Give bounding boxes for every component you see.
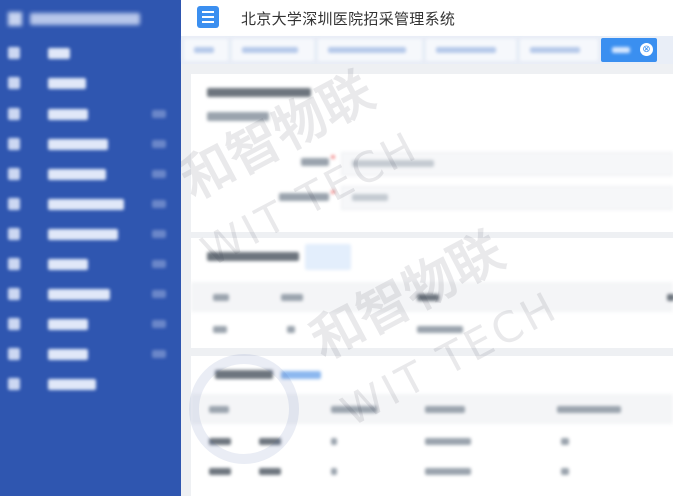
expand-arrow-icon xyxy=(152,260,166,268)
sidebar-item-label xyxy=(48,378,96,390)
sidebar-item-label xyxy=(48,318,88,330)
menu-icon xyxy=(202,11,214,13)
expand-arrow-icon xyxy=(152,200,166,208)
sidebar-logo xyxy=(8,8,140,30)
menu-icon xyxy=(202,16,214,18)
app-title: 北京大学深圳医院招采管理系统 xyxy=(241,10,456,28)
sidebar-item[interactable] xyxy=(0,129,181,159)
top-header: 北京大学深圳医院招采管理系统 xyxy=(181,0,673,36)
expand-arrow-icon xyxy=(152,170,166,178)
expand-arrow-icon xyxy=(152,320,166,328)
sidebar-item-label xyxy=(48,138,108,150)
sidebar-item[interactable] xyxy=(0,369,181,399)
table-cell xyxy=(417,326,463,333)
tab[interactable] xyxy=(519,38,599,62)
sidebar-item[interactable] xyxy=(0,339,181,369)
table-cell xyxy=(425,468,471,475)
menu-item-icon xyxy=(8,47,20,59)
menu-item-icon xyxy=(8,168,20,180)
input-field[interactable] xyxy=(341,152,673,176)
watermark-logo xyxy=(189,354,299,464)
table-cell xyxy=(209,468,231,475)
sidebar-item-label xyxy=(48,348,88,360)
menu-item-icon xyxy=(8,228,20,240)
field-label xyxy=(301,158,329,166)
menu-item-icon xyxy=(8,318,20,330)
expand-arrow-icon xyxy=(152,290,166,298)
menu-item-icon xyxy=(8,348,20,360)
section-title xyxy=(207,252,299,261)
section-title xyxy=(207,88,311,97)
table-cell xyxy=(259,468,281,475)
table-card xyxy=(191,238,673,348)
sidebar-item-label xyxy=(48,258,88,270)
sidebar-item[interactable] xyxy=(0,219,181,249)
expand-arrow-icon xyxy=(152,110,166,118)
main-content: 和智物联 WIT TECH 和智物联 WIT TECH xyxy=(181,64,673,496)
sidebar xyxy=(0,0,181,496)
sidebar-item-label xyxy=(48,168,106,180)
table-cell xyxy=(561,438,569,445)
subsection-title xyxy=(207,112,269,121)
sidebar-item-label xyxy=(48,77,86,89)
tab[interactable] xyxy=(317,38,423,62)
expand-arrow-icon xyxy=(152,140,166,148)
tab-active[interactable]: ⊗ xyxy=(601,38,657,62)
menu-item-icon xyxy=(8,288,20,300)
table-cell xyxy=(331,438,337,445)
menu-icon xyxy=(202,21,214,23)
action-chip[interactable] xyxy=(305,244,351,270)
close-icon[interactable]: ⊗ xyxy=(640,43,653,56)
menu-item-icon xyxy=(8,258,20,270)
table-cell xyxy=(287,326,295,333)
expand-arrow-icon xyxy=(152,230,166,238)
tab[interactable] xyxy=(183,38,229,62)
tab[interactable] xyxy=(425,38,517,62)
form-card xyxy=(191,74,673,232)
sidebar-item[interactable] xyxy=(0,159,181,189)
menu-toggle-button[interactable] xyxy=(197,6,219,28)
sidebar-item-label xyxy=(48,288,110,300)
sidebar-item-label xyxy=(48,228,118,240)
table-cell xyxy=(561,468,569,475)
sidebar-item[interactable] xyxy=(0,279,181,309)
expand-arrow-icon xyxy=(152,350,166,358)
table-cell xyxy=(213,326,227,333)
table-cell xyxy=(331,468,337,475)
menu-item-icon xyxy=(8,138,20,150)
input-field[interactable] xyxy=(341,186,673,210)
field-label xyxy=(279,193,329,201)
table-cell xyxy=(425,438,471,445)
sidebar-item[interactable] xyxy=(0,68,181,98)
logo-icon xyxy=(8,12,22,26)
sidebar-item-label xyxy=(48,108,88,120)
sidebar-item[interactable] xyxy=(0,189,181,219)
sidebar-item[interactable] xyxy=(0,99,181,129)
menu-item-icon xyxy=(8,77,20,89)
menu-item-icon xyxy=(8,108,20,120)
sidebar-item[interactable] xyxy=(0,309,181,339)
logo-text xyxy=(30,13,140,25)
menu-item-icon xyxy=(8,378,20,390)
sidebar-item[interactable] xyxy=(0,249,181,279)
tab-bar: ⊗ xyxy=(181,36,673,64)
tab[interactable] xyxy=(231,38,315,62)
sidebar-item-label xyxy=(48,198,124,210)
sidebar-item[interactable] xyxy=(0,38,181,68)
sidebar-item-label xyxy=(48,47,70,59)
table-header-row xyxy=(191,282,673,312)
menu-item-icon xyxy=(8,198,20,210)
